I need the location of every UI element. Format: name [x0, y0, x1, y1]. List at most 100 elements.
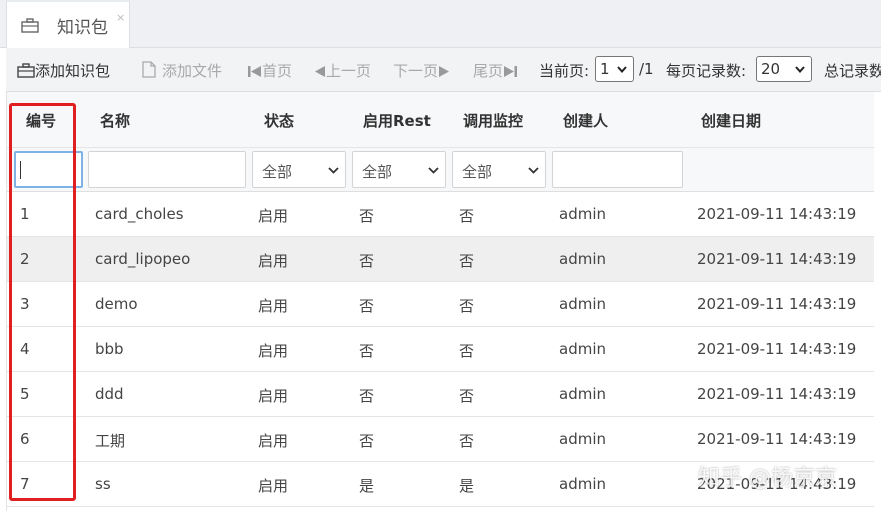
file-icon: [142, 61, 156, 78]
current-page-value: 1: [600, 60, 610, 78]
cell-status: 启用: [258, 477, 289, 495]
cell-name: demo: [95, 295, 138, 313]
rest-filter-value: 全部: [362, 163, 393, 181]
chevron-down-icon: [617, 66, 627, 73]
tab-bar: 知识包 ×: [0, 0, 881, 49]
page-size-select[interactable]: 20: [756, 56, 812, 82]
chevron-down-icon: [428, 167, 439, 174]
cell-rest: 是: [359, 477, 375, 495]
prev-page-button[interactable]: 上一页: [314, 60, 371, 81]
table-header: 编号 名称 状态 启用Rest 调用监控 创建人 创建日期: [7, 92, 874, 148]
cell-created-date: 2021-09-11 14:43:19: [697, 250, 857, 268]
total-records-label: 总记录数: [824, 62, 881, 80]
cell-status: 启用: [258, 432, 289, 450]
rest-filter-select[interactable]: 全部: [352, 151, 446, 188]
cell-name: ss: [95, 475, 111, 493]
cell-rest: 否: [359, 297, 375, 315]
next-page-button[interactable]: 下一页: [393, 60, 450, 81]
status-filter-value: 全部: [262, 163, 293, 181]
cell-created-date: 2021-09-11 14:43:19: [697, 295, 857, 313]
toolbar: 添加知识包 添加文件 首页 上一页 下一页 尾页 当前页: 1 /1 每页记录数…: [6, 48, 881, 92]
cell-rest: 否: [359, 387, 375, 405]
close-icon[interactable]: ×: [116, 11, 125, 24]
table-row[interactable]: 1 card_choles 启用 否 否 admin 2021-09-11 14…: [7, 192, 874, 237]
table-row[interactable]: 3 demo 启用 否 否 admin 2021-09-11 14:43:19: [7, 282, 874, 327]
cell-created-date: 2021-09-11 14:43:19: [697, 340, 857, 358]
add-package-button[interactable]: 添加知识包: [17, 60, 110, 81]
cell-creator: admin: [559, 250, 606, 268]
filter-row: 全部 全部 全部: [7, 148, 874, 192]
page-size-value: 20: [761, 60, 781, 78]
cell-status: 启用: [258, 387, 289, 405]
first-page-label: 首页: [262, 62, 293, 80]
cell-status: 启用: [258, 297, 289, 315]
cell-creator: admin: [559, 205, 606, 223]
cell-creator: admin: [559, 340, 606, 358]
chevron-down-icon: [528, 167, 539, 174]
column-header-status[interactable]: 状态: [264, 110, 294, 131]
chevron-down-icon: [328, 167, 339, 174]
cell-rest: 否: [359, 207, 375, 225]
cell-monitor: 否: [459, 432, 475, 450]
column-header-created-date[interactable]: 创建日期: [701, 110, 761, 131]
column-header-monitor[interactable]: 调用监控: [463, 110, 523, 131]
table-row[interactable]: 2 card_lipopeo 启用 否 否 admin 2021-09-11 1…: [7, 237, 874, 282]
cell-created-date: 2021-09-11 14:43:19: [697, 385, 857, 403]
column-header-creator[interactable]: 创建人: [563, 110, 608, 131]
current-page-label: 当前页:: [539, 62, 590, 80]
cell-status: 启用: [258, 252, 289, 270]
cell-monitor: 否: [459, 342, 475, 360]
add-file-label: 添加文件: [162, 62, 223, 80]
table-row[interactable]: 5 ddd 启用 否 否 admin 2021-09-11 14:43:19: [7, 372, 874, 417]
status-filter-select[interactable]: 全部: [252, 151, 346, 188]
cell-creator: admin: [559, 475, 606, 493]
tab-knowledge-package[interactable]: 知识包 ×: [6, 0, 130, 49]
briefcase-icon: [21, 18, 39, 33]
briefcase-icon: [17, 63, 35, 78]
table-row[interactable]: 4 bbb 启用 否 否 admin 2021-09-11 14:43:19: [7, 327, 874, 372]
last-page-icon: [504, 66, 518, 77]
cell-name: card_lipopeo: [95, 250, 191, 268]
monitor-filter-select[interactable]: 全部: [452, 151, 546, 188]
page-size-label: 每页记录数:: [666, 62, 747, 80]
next-page-icon: [439, 66, 450, 77]
cell-rest: 否: [359, 432, 375, 450]
cell-name: card_choles: [95, 205, 184, 223]
add-file-button[interactable]: 添加文件: [142, 60, 222, 81]
cell-monitor: 否: [459, 297, 475, 315]
name-filter-input[interactable]: [88, 151, 246, 188]
id-column-highlight-box: [9, 103, 76, 501]
table-row[interactable]: 6 工期 启用 否 否 admin 2021-09-11 14:43:19: [7, 417, 874, 462]
first-page-icon: [248, 66, 261, 77]
last-page-label: 尾页: [473, 62, 504, 80]
cell-monitor: 是: [459, 477, 475, 495]
cell-created-date: 2021-09-11 14:43:19: [697, 205, 857, 223]
column-header-name[interactable]: 名称: [100, 110, 130, 131]
creator-filter-input[interactable]: [552, 151, 683, 188]
cell-created-date: 2021-09-11 14:43:19: [697, 430, 857, 448]
prev-page-icon: [315, 66, 325, 77]
tab-label: 知识包: [57, 18, 108, 38]
cell-creator: admin: [559, 430, 606, 448]
first-page-button[interactable]: 首页: [248, 60, 292, 81]
cell-monitor: 否: [459, 387, 475, 405]
chevron-down-icon: [795, 66, 805, 73]
cell-monitor: 否: [459, 207, 475, 225]
cell-rest: 否: [359, 342, 375, 360]
cell-creator: admin: [559, 385, 606, 403]
cell-name: bbb: [95, 340, 124, 358]
cell-creator: admin: [559, 295, 606, 313]
next-page-label: 下一页: [393, 62, 439, 80]
current-page-select[interactable]: 1: [595, 56, 634, 82]
cell-monitor: 否: [459, 252, 475, 270]
cell-status: 启用: [258, 207, 289, 225]
last-page-button[interactable]: 尾页: [473, 60, 518, 81]
cell-name: 工期: [95, 432, 126, 450]
add-package-label: 添加知识包: [35, 62, 111, 80]
knowledge-package-table: 编号 名称 状态 启用Rest 调用监控 创建人 创建日期 全部 全部 全部 1…: [6, 92, 874, 511]
column-header-rest[interactable]: 启用Rest: [363, 110, 431, 131]
watermark: 知乎 @杨京京: [698, 466, 837, 491]
cell-status: 启用: [258, 342, 289, 360]
cell-name: ddd: [95, 385, 124, 403]
total-pages: /1: [639, 60, 654, 78]
